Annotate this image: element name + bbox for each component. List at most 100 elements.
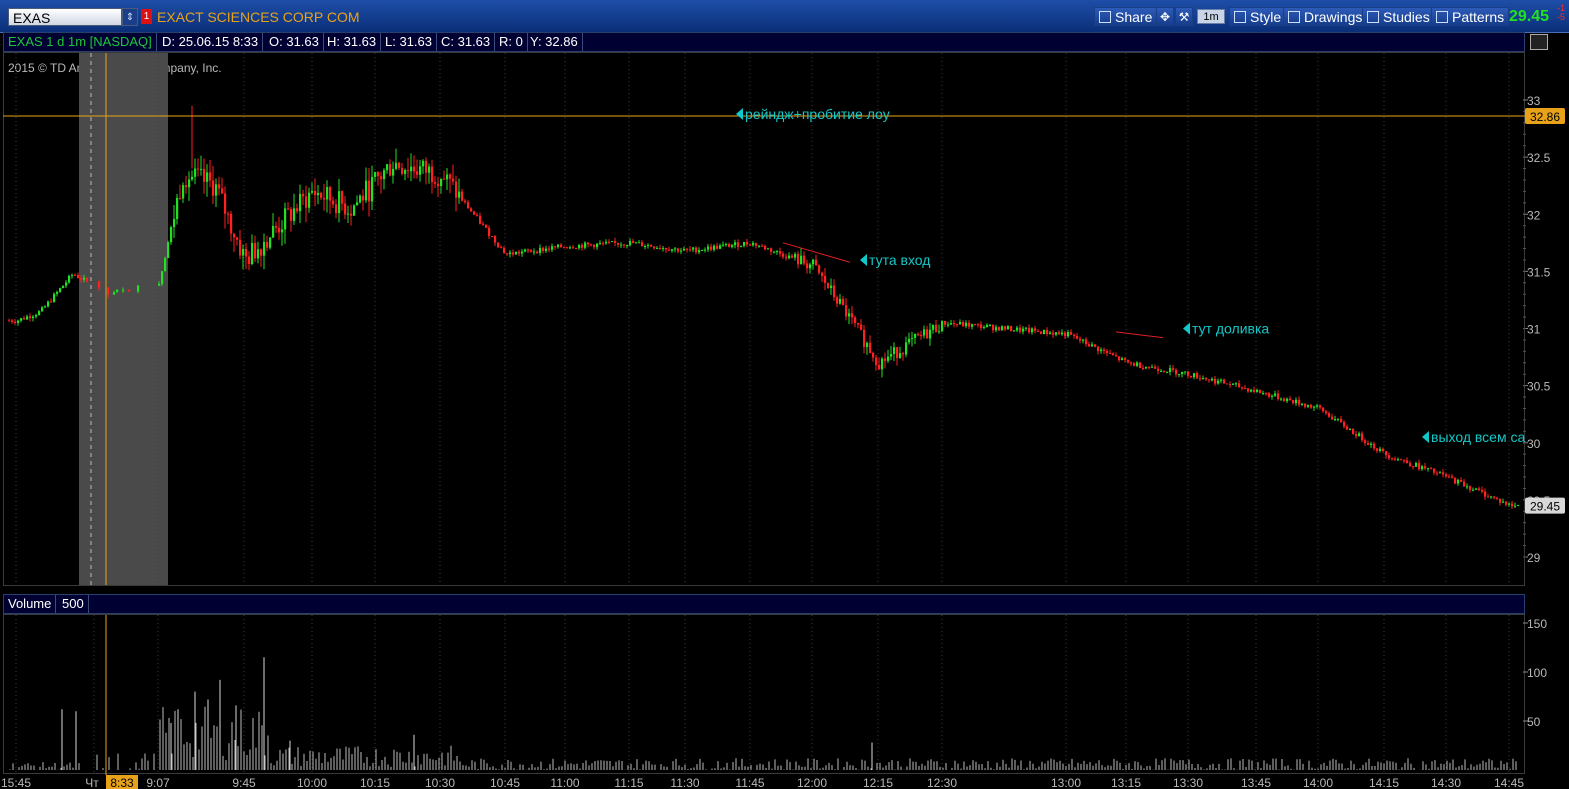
candle-body [665,248,668,250]
candle-body [578,245,581,249]
price-volume-chart[interactable]: 3332.53231.53130.53029.52932.8629.45рейн… [0,0,1569,789]
price-tick-label: 31 [1527,323,1541,337]
candle-body [623,244,626,246]
candle-body [431,166,434,183]
candle-body [653,246,656,249]
candle-body [971,324,974,327]
candle-body [1130,362,1133,364]
candle-body [86,277,89,282]
time-axis-label: 11:45 [735,776,764,789]
candle-body [8,320,11,322]
time-axis-label: 13:15 [1111,776,1141,789]
candle-body [1016,327,1019,331]
time-axis-label: 12:30 [927,776,957,789]
candle-body [1427,468,1430,470]
volume-tick-label: 100 [1527,666,1547,680]
candle-body [275,225,278,228]
candle-body [410,166,413,172]
annotation-marker [736,107,743,120]
candle-body [494,236,497,243]
candle-body [830,285,833,289]
candle-body [1100,349,1103,352]
time-axis-label: 13:30 [1173,776,1203,789]
time-axis-label: 11:00 [550,776,579,789]
candle-body [926,329,929,339]
candle-body [1235,383,1238,385]
candle-body [1490,496,1493,498]
candle-body [1292,400,1295,404]
candle-body [1499,498,1502,503]
candle-body [710,246,713,250]
candle-body [50,301,53,303]
candle-body [875,357,878,365]
candle-body [1316,405,1319,407]
candle-body [1031,328,1034,333]
candle-body [320,192,323,198]
candle-body [251,242,254,265]
candle-body [65,282,68,286]
candle-body [401,167,404,174]
premarket-shade [79,53,168,585]
candle-body [458,191,461,198]
time-axis-label: 10:15 [360,776,390,789]
candle-body [1364,440,1367,443]
candle-body [773,251,776,253]
candle-body [524,249,527,252]
candle-body [11,320,14,322]
candle-body [530,250,533,252]
candle-body [557,244,560,248]
candle-body [1196,373,1199,379]
candle-body [1451,476,1454,478]
candle-body [758,245,761,247]
candle-body [1334,419,1337,421]
candle-body [977,324,980,326]
candle-body [575,248,578,250]
candle-body [1043,329,1046,335]
annotation-text: выход всем са [1431,429,1525,445]
candle-body [1034,328,1037,331]
candle-body [332,200,335,205]
candle-body [1142,367,1145,369]
candle-body [464,200,467,203]
candle-body [521,251,524,254]
candle-body [884,358,887,361]
candle-body [674,248,677,250]
candle-body [1466,486,1469,488]
candle-body [1238,383,1241,388]
candle-body [398,162,401,168]
candle-body [962,322,965,327]
candle-body [1265,393,1268,395]
candle-body [866,342,869,348]
candle-body [656,247,659,249]
candle-body [17,320,20,323]
candle-body [338,191,341,214]
candle-body [770,248,773,252]
annotation-text: тут доливка [1192,321,1269,337]
candle-body [1346,426,1349,430]
candle-body [1373,443,1376,449]
candle-body [221,188,224,194]
candle-body [20,318,23,321]
candle-body [821,272,824,276]
candle-body [461,191,464,201]
candle-body [314,190,317,196]
candle-body [1145,367,1148,369]
candle-body [227,213,230,215]
candle-body [1307,404,1310,407]
candle-body [1493,496,1496,498]
candle-body [659,247,662,249]
candle-body [1106,350,1109,354]
candle-body [719,245,722,249]
candle-body [635,242,638,244]
candle-body [815,259,818,266]
candle-body [80,278,83,280]
candle-body [116,289,119,293]
time-axis-label: 11:30 [670,776,699,789]
candle-body [953,323,956,325]
time-axis-label: 11:15 [614,776,643,789]
candle-body [1421,466,1424,470]
candle-body [1367,442,1370,445]
candle-body [839,298,842,304]
candle-body [437,183,440,187]
candle-body [980,324,983,329]
